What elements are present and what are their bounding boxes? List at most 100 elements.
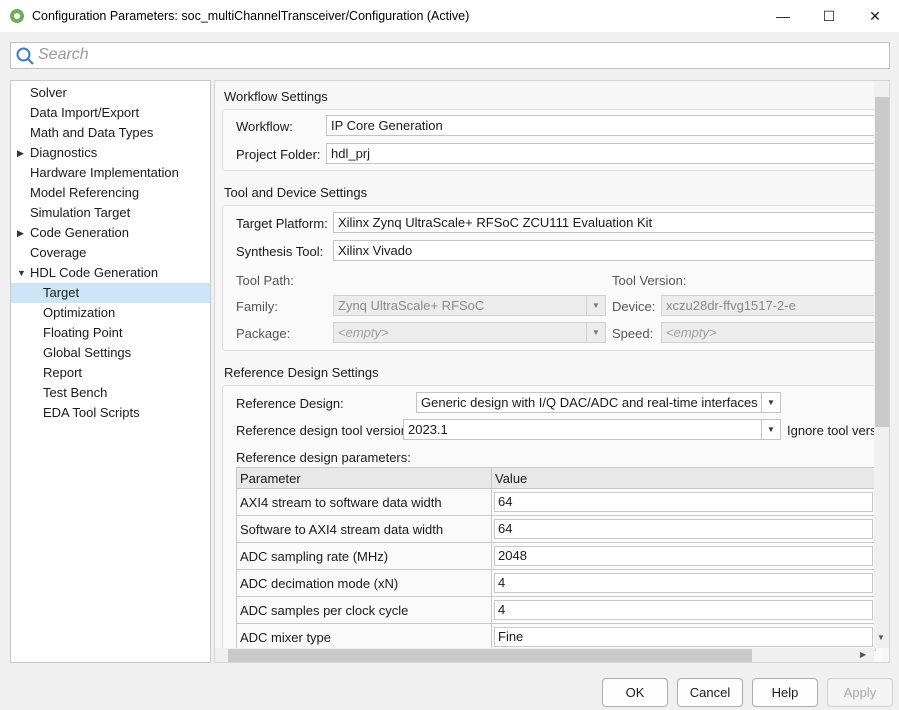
table-row: ADC mixer type Fine <box>236 623 876 651</box>
tree-item-label: Solver <box>30 85 67 100</box>
workflow-field[interactable]: IP Core Generation <box>326 115 886 136</box>
scroll-right-arrow-icon[interactable]: ▶ <box>860 650 866 659</box>
speed-value: <empty> <box>666 325 717 340</box>
column-header-value: Value <box>491 467 876 489</box>
package-label: Package: <box>236 326 291 341</box>
tree-item-label: HDL Code Generation <box>30 265 159 280</box>
search-input[interactable]: Search <box>10 42 890 69</box>
tool-path-label: Tool Path: <box>236 273 294 288</box>
tool-settings-heading: Tool and Device Settings <box>224 185 368 200</box>
device-label: Device: <box>612 299 656 314</box>
tree-item[interactable]: ▼ HDL Code Generation <box>11 263 210 283</box>
parameters-table: Parameter Value AXI4 stream to software … <box>236 467 876 651</box>
table-row: ADC samples per clock cycle 4 <box>236 596 876 624</box>
parameter-value-field[interactable]: 4 <box>494 600 873 620</box>
reference-design-heading: Reference Design Settings <box>224 365 379 380</box>
apply-button[interactable]: Apply <box>827 678 893 707</box>
parameter-name: Software to AXI4 stream data width <box>236 515 492 543</box>
tree-item[interactable]: Test Bench <box>11 383 210 403</box>
chevron-down-icon[interactable]: ▼ <box>761 392 781 413</box>
reference-design-dropdown[interactable]: Generic design with I/Q DAC/ADC and real… <box>416 392 762 413</box>
project-folder-label: Project Folder: <box>236 147 321 162</box>
value-cell: 2048 <box>491 542 876 570</box>
help-button[interactable]: Help <box>752 678 818 707</box>
speed-label: Speed: <box>612 326 654 341</box>
reference-design-label: Reference Design: <box>236 396 344 411</box>
table-row: AXI4 stream to software data width 64 <box>236 488 876 516</box>
tree-item-label: EDA Tool Scripts <box>43 405 140 420</box>
scroll-down-arrow-icon[interactable]: ▼ <box>877 633 885 642</box>
tree-item[interactable]: Simulation Target <box>11 203 210 223</box>
simulink-gear-icon <box>10 9 24 23</box>
package-value: <empty> <box>338 325 389 340</box>
tool-group: Target Platform: Xilinx Zynq UltraScale+… <box>222 205 883 351</box>
collapsed-arrow-icon[interactable]: ▶ <box>17 143 24 163</box>
tree-item[interactable]: Global Settings <box>11 343 210 363</box>
family-dropdown[interactable]: Zynq UltraScale+ RFSoC <box>333 295 587 316</box>
close-button[interactable]: ✕ <box>852 0 898 32</box>
workflow-label: Workflow: <box>236 119 293 134</box>
workflow-settings-heading: Workflow Settings <box>224 89 328 104</box>
chevron-down-icon[interactable]: ▼ <box>761 419 781 440</box>
tool-version-dropdown[interactable]: 2023.1 <box>403 419 762 440</box>
parameter-value-field[interactable]: 2048 <box>494 546 873 566</box>
tree-item[interactable]: Math and Data Types <box>11 123 210 143</box>
tree-item[interactable]: ▶ Diagnostics <box>11 143 210 163</box>
tree-item-label: Floating Point <box>43 325 123 340</box>
parameter-name: ADC samples per clock cycle <box>236 596 492 624</box>
tree-item-label: Target <box>43 285 80 300</box>
parameter-value-field[interactable]: 64 <box>494 492 873 512</box>
search-placeholder: Search <box>38 46 89 63</box>
synthesis-tool-label: Synthesis Tool: <box>236 244 324 259</box>
parameter-value-field[interactable]: Fine <box>494 627 873 647</box>
tree-item[interactable]: Data Import/Export <box>11 103 210 123</box>
collapsed-arrow-icon[interactable]: ▶ <box>17 223 24 243</box>
value-cell: 4 <box>491 596 876 624</box>
tree-item[interactable]: Solver <box>11 83 210 103</box>
params-label: Reference design parameters: <box>236 450 411 465</box>
tree-item[interactable]: Report <box>11 363 210 383</box>
target-platform-field[interactable]: Xilinx Zynq UltraScale+ RFSoC ZCU111 Eva… <box>333 212 883 233</box>
minimize-button[interactable]: — <box>760 0 806 32</box>
tree-item-label: Optimization <box>43 305 116 320</box>
expanded-arrow-icon[interactable]: ▼ <box>17 263 26 283</box>
value-cell: Fine <box>491 623 876 651</box>
tree-item[interactable]: EDA Tool Scripts <box>11 403 210 423</box>
package-dropdown[interactable]: <empty> <box>333 322 587 343</box>
tree-item[interactable]: Target <box>11 283 210 303</box>
parameter-value-field[interactable]: 64 <box>494 519 873 539</box>
workflow-group: Workflow: IP Core Generation Project Fol… <box>222 109 886 171</box>
tree-item[interactable]: Floating Point <box>11 323 210 343</box>
maximize-button[interactable]: ☐ <box>806 0 852 32</box>
project-folder-field[interactable]: hdl_prj <box>326 143 886 164</box>
speed-field[interactable]: <empty> <box>661 322 883 343</box>
target-platform-label: Target Platform: <box>236 216 328 231</box>
value-cell: 64 <box>491 488 876 516</box>
tree-item-label: Math and Data Types <box>30 125 154 140</box>
tree-item[interactable]: ▶ Code Generation <box>11 223 210 243</box>
parameter-name: ADC sampling rate (MHz) <box>236 542 492 570</box>
tree-item[interactable]: Optimization <box>11 303 210 323</box>
cancel-button[interactable]: Cancel <box>677 678 743 707</box>
category-tree: Solver Data Import/Export Math and Data Ty… <box>10 80 211 663</box>
device-field[interactable]: xczu28dr-ffvg1517-2-e <box>661 295 883 316</box>
settings-panel: Workflow Settings Workflow: IP Core Gene… <box>214 80 890 663</box>
tree-item-label: Code Generation <box>30 225 130 240</box>
tree-item-label: Test Bench <box>43 385 108 400</box>
horizontal-scroll-thumb[interactable] <box>228 649 752 662</box>
synthesis-tool-field[interactable]: Xilinx Vivado <box>333 240 883 261</box>
value-cell: 64 <box>491 515 876 543</box>
vertical-scroll-thumb[interactable] <box>875 97 889 427</box>
column-header-parameter: Parameter <box>236 467 492 489</box>
tree-item[interactable]: Hardware Implementation <box>11 163 210 183</box>
tree-item[interactable]: Model Referencing <box>11 183 210 203</box>
parameter-value-field[interactable]: 4 <box>494 573 873 593</box>
ok-button[interactable]: OK <box>602 678 668 707</box>
tree-item[interactable]: Coverage <box>11 243 210 263</box>
tool-version-label: Reference design tool version: <box>236 423 412 438</box>
table-row: ADC decimation mode (xN) 4 <box>236 569 876 597</box>
ignore-tool-version-checkbox[interactable]: Ignore tool vers <box>787 423 877 438</box>
title-bar: Configuration Parameters: soc_multiChann… <box>0 0 899 32</box>
chevron-down-icon[interactable]: ▼ <box>586 322 606 343</box>
chevron-down-icon[interactable]: ▼ <box>586 295 606 316</box>
